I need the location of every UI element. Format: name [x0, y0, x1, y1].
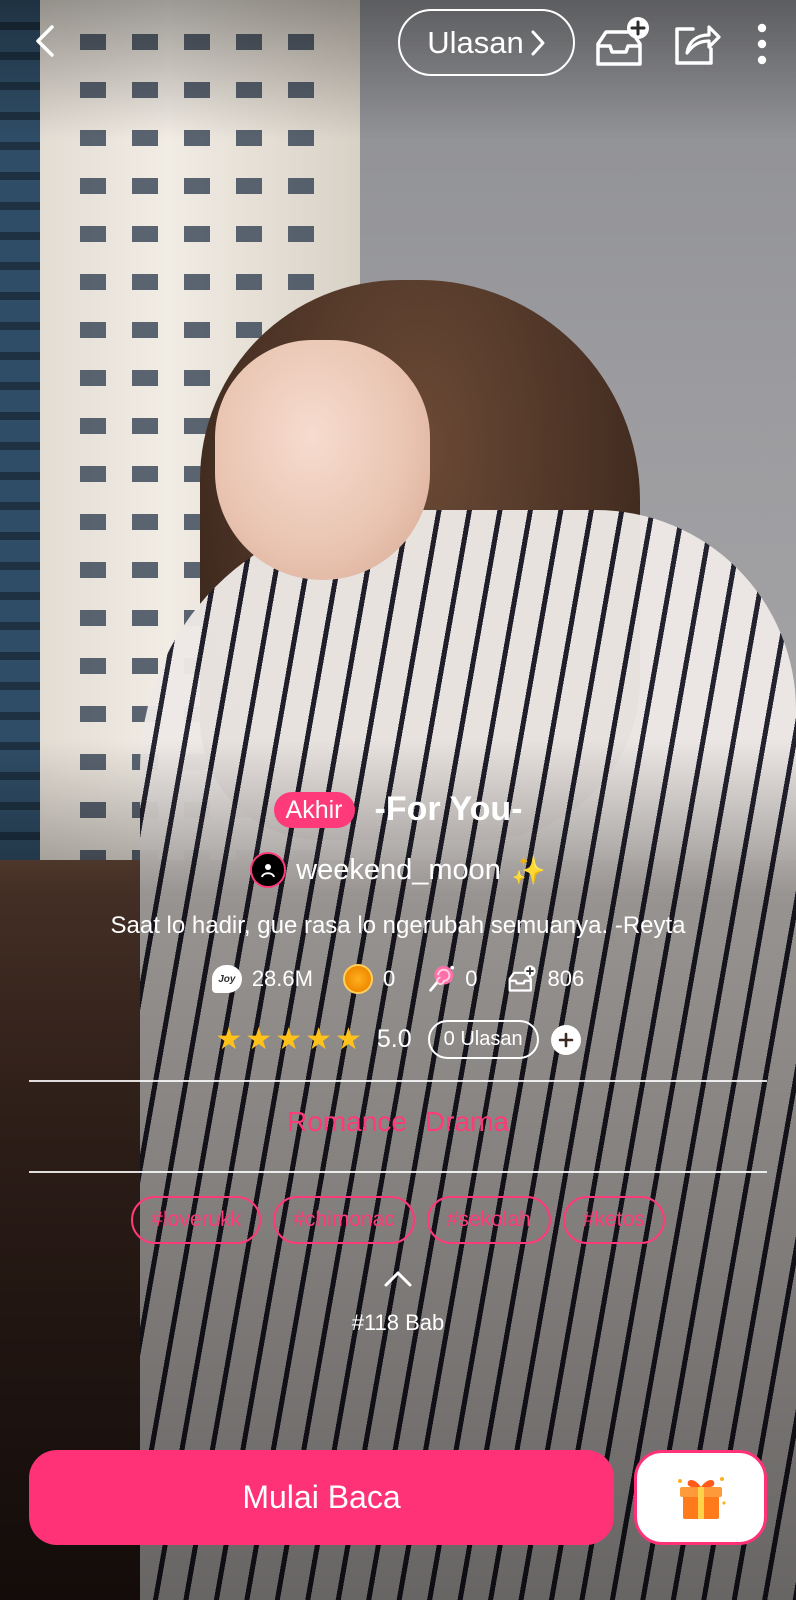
star-icon: ★: [215, 1023, 243, 1056]
star-icon: ★: [335, 1023, 362, 1056]
genre-row: Romance Drama: [0, 1106, 796, 1138]
author-row[interactable]: weekend_moon ✨: [0, 852, 796, 888]
reads-stat: Joy 28.6M: [211, 965, 313, 993]
share-button[interactable]: [666, 14, 726, 74]
more-vertical-icon: [757, 23, 767, 65]
back-button[interactable]: [22, 18, 68, 64]
status-badge: Akhir: [273, 791, 355, 828]
coins-stat: 0: [342, 964, 396, 994]
tags-row: #loverukk #chimonac #sekolah #ketos: [0, 1196, 796, 1244]
chapter-count[interactable]: #118 Bab: [0, 1310, 796, 1336]
add-to-shelf-icon: [596, 17, 649, 66]
title-row: Akhir -For You-: [0, 790, 796, 829]
rating-row: ★ ★ ★ ★ ★ 5.0 0 Ulasan: [0, 1020, 796, 1059]
book-title: -For You-: [374, 790, 523, 828]
shelf-plus-icon: [509, 965, 537, 992]
add-to-library-button[interactable]: [592, 14, 652, 74]
tag-chip[interactable]: #sekolah: [426, 1196, 551, 1244]
library-count: 806: [547, 966, 585, 991]
star-icon: ★: [245, 1023, 273, 1056]
sparkle-emoji: ✨: [510, 854, 546, 886]
reads-count: 28.6M: [251, 966, 313, 991]
coin-icon: [342, 964, 373, 994]
gift-box-icon: [677, 1476, 726, 1519]
genre-link[interactable]: Drama: [425, 1106, 509, 1138]
top-bar: Ulasan: [0, 0, 796, 90]
tag-chip[interactable]: #chimonac: [273, 1196, 415, 1244]
tag-chip[interactable]: #loverukk: [131, 1196, 262, 1244]
add-review-button[interactable]: [550, 1024, 581, 1055]
chevron-right-icon: [531, 30, 545, 55]
reviews-button[interactable]: Ulasan: [398, 9, 575, 76]
lollipop-icon: [429, 965, 455, 992]
person-face: [215, 340, 430, 580]
joy-reads-icon: Joy: [211, 965, 242, 993]
author-avatar[interactable]: [250, 852, 287, 888]
lollipop-stat: 0: [425, 964, 477, 994]
library-stat: 806: [507, 964, 584, 994]
gift-button[interactable]: [634, 1450, 767, 1545]
more-options-button[interactable]: [732, 14, 792, 74]
plus-icon: [558, 1032, 573, 1047]
review-count-button[interactable]: 0 Ulasan: [427, 1020, 539, 1059]
author-name[interactable]: weekend_moon: [296, 854, 501, 887]
coins-count: 0: [382, 966, 396, 991]
divider-top: [29, 1080, 767, 1082]
divider-bottom: [29, 1171, 767, 1173]
back-arrow-icon: [36, 25, 54, 57]
synopsis: Saat lo hadir, gue rasa lo ngerubah semu…: [110, 912, 686, 939]
tag-chip[interactable]: #ketos: [562, 1196, 665, 1244]
reviews-button-label: Ulasan: [427, 24, 524, 60]
genre-link[interactable]: Romance: [287, 1106, 407, 1138]
star-icon: ★: [305, 1023, 332, 1056]
avatar-icon: [261, 864, 276, 878]
stats-row: Joy 28.6M 0 0 806: [0, 964, 796, 994]
start-reading-label: Mulai Baca: [242, 1479, 401, 1515]
rating-value: 5.0: [376, 1025, 412, 1053]
lollipop-count: 0: [465, 966, 478, 991]
chevron-up-icon[interactable]: [383, 1268, 413, 1290]
start-reading-button[interactable]: Mulai Baca: [29, 1450, 614, 1545]
share-icon: [675, 25, 721, 65]
star-icon: ★: [275, 1023, 303, 1056]
